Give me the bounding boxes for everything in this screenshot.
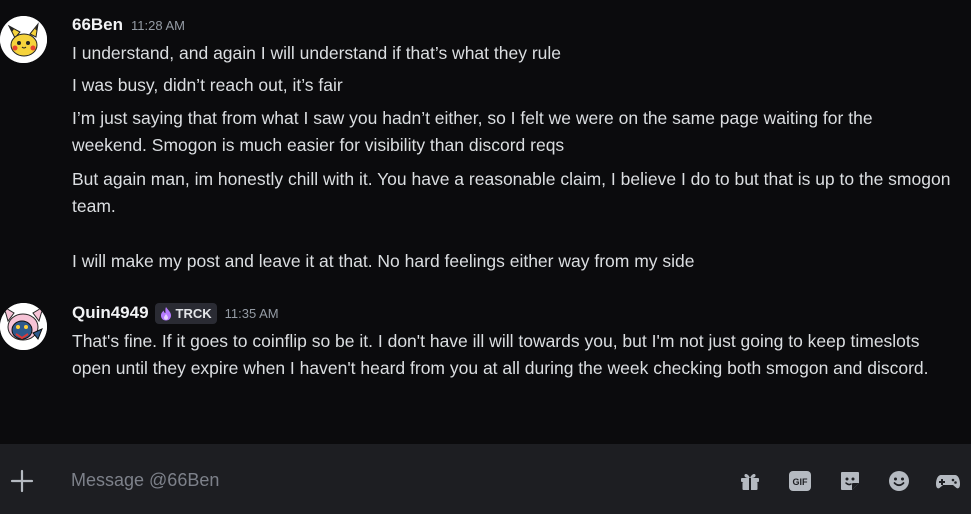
- message-header: 66Ben 11:28 AM: [72, 15, 185, 35]
- message-line: That's fine. If it goes to coinflip so b…: [72, 331, 929, 378]
- purple-flame-icon: [159, 306, 173, 321]
- message-line: I will make my post and leave it at that…: [72, 251, 695, 271]
- guild-tag-text: TRCK: [175, 306, 212, 321]
- chat-area: 66Ben 11:28 AM I understand, and again I…: [0, 0, 971, 444]
- message-line: I was busy, didn’t reach out, it’s fair: [72, 75, 343, 95]
- timestamp[interactable]: 11:28 AM: [131, 18, 185, 33]
- message-header: Quin4949 TRCK 11:35 AM: [72, 303, 279, 324]
- timestamp[interactable]: 11:35 AM: [225, 306, 279, 321]
- gif-label: GIF: [793, 477, 809, 487]
- gamepad-icon[interactable]: [935, 468, 961, 494]
- sticker-icon[interactable]: [837, 468, 863, 494]
- username[interactable]: Quin4949: [72, 303, 149, 323]
- username[interactable]: 66Ben: [72, 15, 123, 35]
- pikachu-avatar-icon[interactable]: [0, 16, 47, 63]
- message-line: I’m just saying that from what I saw you…: [72, 108, 873, 155]
- cat-creature-avatar-icon[interactable]: [0, 303, 47, 350]
- guild-tag-badge[interactable]: TRCK: [154, 303, 217, 324]
- emoji-icon[interactable]: [886, 468, 912, 494]
- plus-icon[interactable]: [10, 469, 34, 493]
- gif-icon[interactable]: GIF: [787, 468, 813, 494]
- message-line: But again man, im honestly chill with it…: [72, 169, 951, 216]
- message-line: I understand, and again I will understan…: [72, 43, 562, 63]
- gift-icon[interactable]: [737, 468, 763, 494]
- message-input[interactable]: [71, 466, 711, 494]
